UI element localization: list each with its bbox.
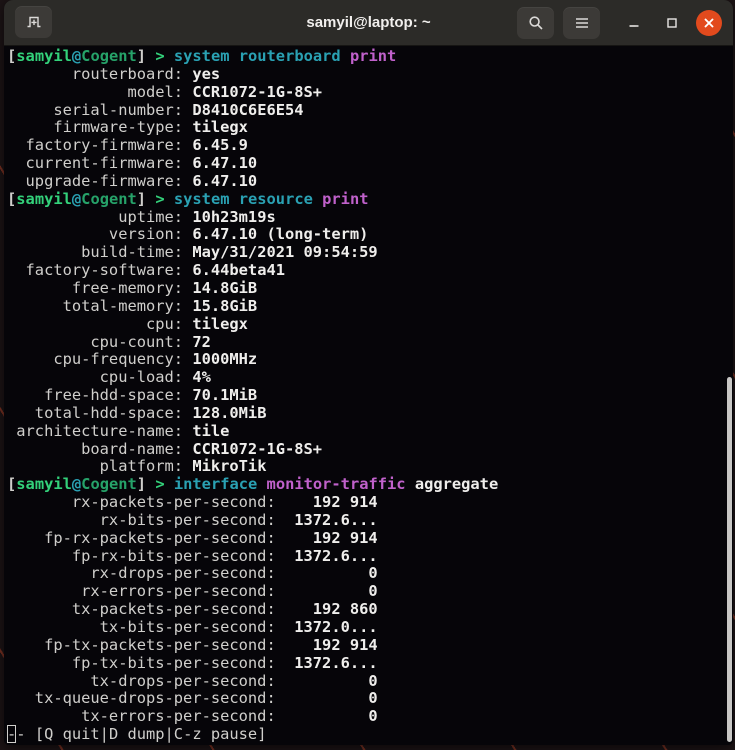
close-icon [703,17,715,29]
maximize-icon [666,17,678,29]
terminal-line: platform: MikroTik [7,458,733,476]
scrollbar-thumb[interactable] [727,377,732,742]
terminal-line: fp-tx-packets-per-second: 192 914 [7,637,733,655]
terminal-line: tx-queue-drops-per-second: 0 [7,690,733,708]
terminal-line: rx-packets-per-second: 192 914 [7,494,733,512]
terminal-line: free-memory: 14.8GiB [7,280,733,298]
terminal-cursor: - [7,725,16,743]
terminal-line: rx-errors-per-second: 0 [7,583,733,601]
terminal-line: fp-tx-bits-per-second: 1372.6... [7,655,733,673]
new-tab-button[interactable] [15,6,52,38]
hamburger-menu-icon [575,17,589,29]
terminal-line: cpu-load: 4% [7,369,733,387]
minimize-button[interactable] [622,11,646,35]
terminal-line: fp-rx-bits-per-second: 1372.6... [7,548,733,566]
terminal-line: tx-bits-per-second: 1372.0... [7,619,733,637]
terminal-line: uptime: 10h23m19s [7,209,733,227]
terminal-line: rx-drops-per-second: 0 [7,565,733,583]
terminal-line: firmware-type: tilegx [7,119,733,137]
terminal-line: tx-drops-per-second: 0 [7,673,733,691]
minimize-icon [628,17,640,29]
terminal-line: cpu: tilegx [7,316,733,334]
close-button[interactable] [696,10,722,36]
titlebar-controls [517,0,733,45]
terminal-line: fp-rx-packets-per-second: 192 914 [7,530,733,548]
terminal-line: free-hdd-space: 70.1MiB [7,387,733,405]
terminal-line: board-name: CCR1072-1G-8S+ [7,441,733,459]
terminal-line: [samyil@Cogent] > system resource print [7,191,733,209]
terminal-line: architecture-name: tile [7,423,733,441]
terminal-line: -- [Q quit|D dump|C-z pause] [7,726,733,744]
terminal-line: cpu-frequency: 1000MHz [7,351,733,369]
search-button[interactable] [517,7,554,39]
terminal-output[interactable]: [samyil@Cogent] > system routerboard pri… [4,46,733,745]
terminal-line: rx-bits-per-second: 1372.6... [7,512,733,530]
maximize-button[interactable] [660,11,684,35]
terminal-line: [samyil@Cogent] > interface monitor-traf… [7,476,733,494]
terminal-line: upgrade-firmware: 6.47.10 [7,173,733,191]
titlebar[interactable]: samyil@laptop: ~ [4,0,733,46]
menu-button[interactable] [563,7,600,39]
terminal-line: version: 6.47.10 (long-term) [7,226,733,244]
terminal-line: factory-firmware: 6.45.9 [7,137,733,155]
terminal-line: total-memory: 15.8GiB [7,298,733,316]
terminal-line: cpu-count: 72 [7,334,733,352]
terminal-line: total-hdd-space: 128.0MiB [7,405,733,423]
window-title: samyil@laptop: ~ [306,0,430,45]
terminal-line: routerboard: yes [7,66,733,84]
terminal-line: current-firmware: 6.47.10 [7,155,733,173]
terminal-line: model: CCR1072-1G-8S+ [7,84,733,102]
terminal-line: tx-packets-per-second: 192 860 [7,601,733,619]
terminal-line: [samyil@Cogent] > system routerboard pri… [7,48,733,66]
search-icon [528,15,544,31]
terminal-line: tx-errors-per-second: 0 [7,708,733,726]
terminal-line: factory-software: 6.44beta41 [7,262,733,280]
terminal-window: samyil@laptop: ~ [4,0,733,745]
terminal-line: serial-number: D8410C6E6E54 [7,102,733,120]
terminal-line: build-time: May/31/2021 09:54:59 [7,244,733,262]
new-tab-icon [26,14,42,30]
